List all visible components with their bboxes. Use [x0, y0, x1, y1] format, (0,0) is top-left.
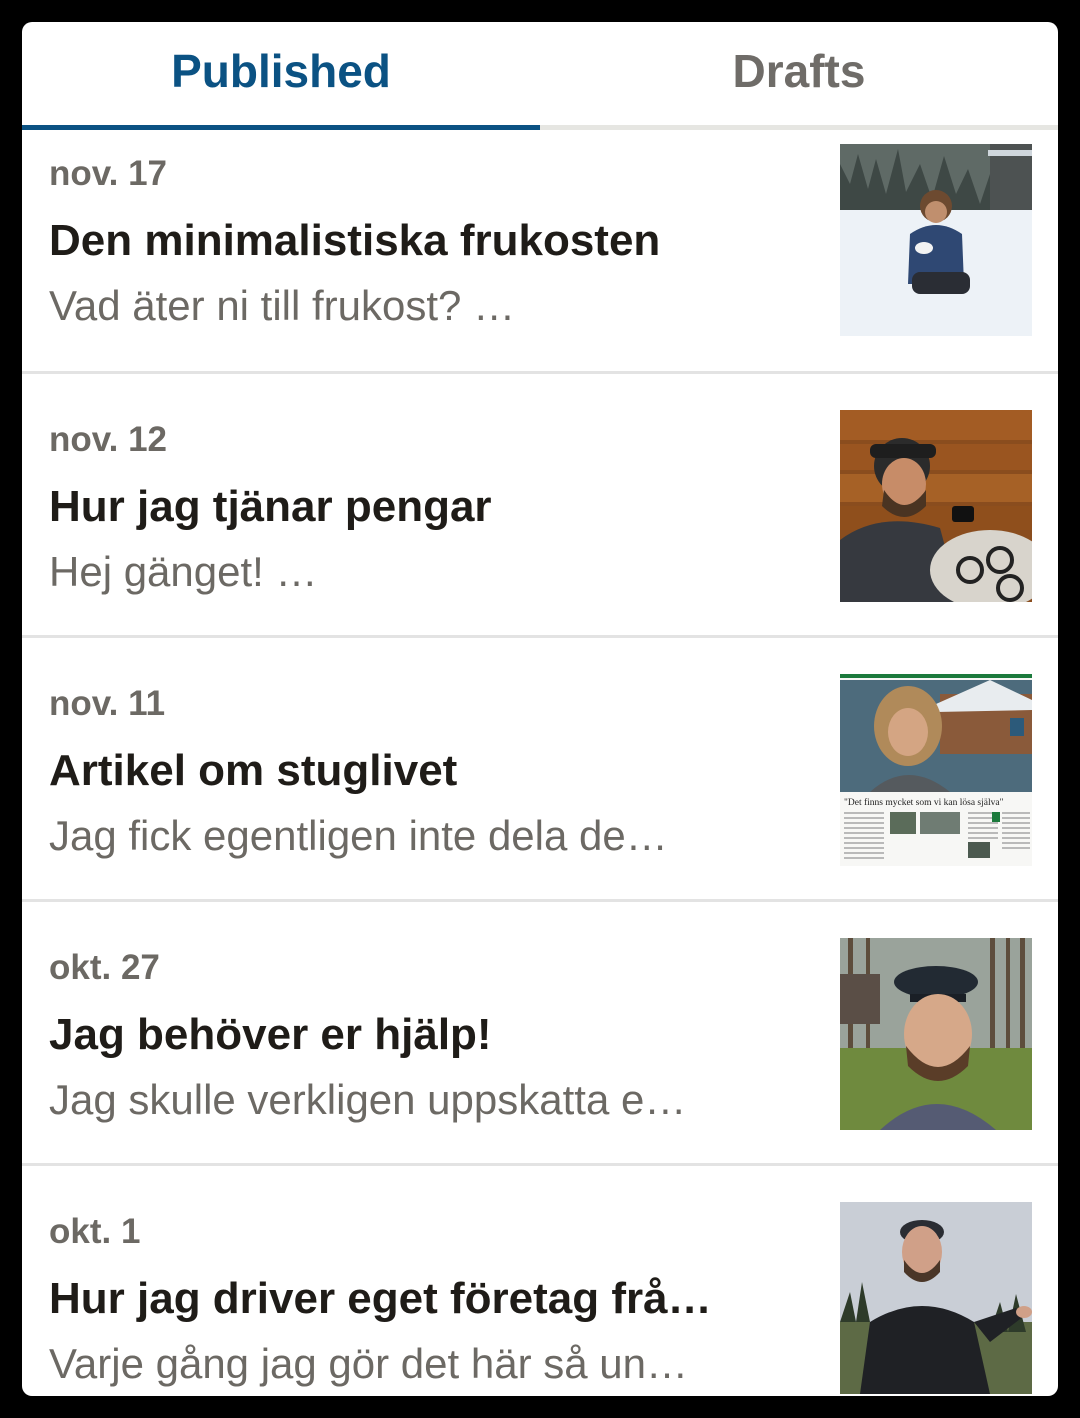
post-date: nov. 12 — [49, 420, 168, 459]
tab-published[interactable]: Published — [22, 22, 540, 125]
post-excerpt: Hej gänget! … — [49, 548, 318, 595]
post-thumbnail: "Det finns mycket som vi kan lösa själva… — [840, 674, 1032, 866]
post-date: okt. 27 — [49, 948, 160, 987]
post-list-item[interactable]: okt. 27 Jag behöver er hjälp! Jag skulle… — [22, 902, 1058, 1166]
post-title: Den minimalistiska frukosten — [49, 216, 661, 265]
post-list-item[interactable]: nov. 11 Artikel om stuglivet Jag fick eg… — [22, 638, 1058, 902]
post-thumbnail — [840, 1202, 1032, 1394]
post-list-item[interactable]: okt. 1 Hur jag driver eget företag frå… … — [22, 1166, 1058, 1396]
post-title: Jag behöver er hjälp! — [49, 1010, 492, 1059]
post-list: nov. 17 Den minimalistiska frukosten Vad… — [22, 130, 1058, 1396]
post-title: Hur jag driver eget företag frå… — [49, 1274, 712, 1323]
post-thumbnail — [840, 410, 1032, 602]
photo-newspaper-article: "Det finns mycket som vi kan lösa själva… — [840, 674, 1032, 866]
post-title: Artikel om stuglivet — [49, 746, 458, 795]
photo-man-with-phone-in-cabin — [840, 410, 1032, 602]
photo-man-with-cap-in-forest — [840, 938, 1032, 1130]
post-date: nov. 17 — [49, 154, 168, 193]
post-excerpt: Jag skulle verkligen uppskatta e… — [49, 1076, 687, 1123]
post-excerpt: Vad äter ni till frukost? … — [49, 282, 516, 329]
photo-man-eating-in-snow — [840, 144, 1032, 336]
post-thumbnail — [840, 938, 1032, 1130]
post-thumbnail — [840, 144, 1032, 336]
newspaper-headline: "Det finns mycket som vi kan lösa själva… — [844, 797, 1004, 808]
post-excerpt: Jag fick egentligen inte dela de… — [49, 812, 668, 859]
tab-drafts[interactable]: Drafts — [540, 22, 1058, 125]
post-list-item[interactable]: nov. 12 Hur jag tjänar pengar Hej gänget… — [22, 374, 1058, 638]
tab-bar: Published Drafts — [22, 22, 1058, 130]
post-list-item[interactable]: nov. 17 Den minimalistiska frukosten Vad… — [22, 130, 1058, 374]
post-date: okt. 1 — [49, 1212, 141, 1251]
photo-man-outdoors-landscape — [840, 1202, 1032, 1394]
post-title: Hur jag tjänar pengar — [49, 482, 492, 531]
post-date: nov. 11 — [49, 684, 166, 723]
app-window: Published Drafts nov. 17 Den minimalisti… — [22, 22, 1058, 1396]
post-excerpt: Varje gång jag gör det här så un… — [49, 1340, 688, 1387]
